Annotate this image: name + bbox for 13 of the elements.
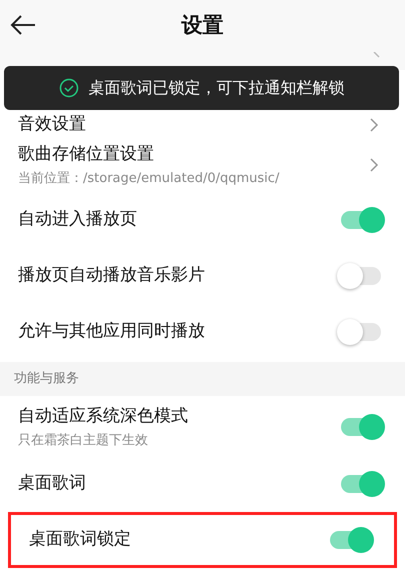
- setting-label: 播放页自动播放音乐影片: [18, 264, 205, 288]
- setting-label: 允许与其他应用同时播放: [18, 320, 205, 344]
- toast-message: 桌面歌词已锁定，可下拉通知栏解锁: [88, 77, 344, 99]
- setting-label: 自动适应系统深色模式: [18, 404, 188, 428]
- setting-label: 音效设置: [18, 113, 86, 136]
- setting-description: 只在霜茶白主题下生效: [18, 432, 149, 450]
- setting-label: 桌面歌词: [18, 472, 86, 496]
- setting-label: 桌面歌词锁定: [29, 528, 131, 552]
- screen-title: 设置: [182, 12, 224, 40]
- section-header: 功能与服务: [14, 370, 79, 388]
- setting-description: 当前位置：/storage/emulated/0/qqmusic/: [18, 170, 280, 188]
- setting-label: 歌曲存储位置设置: [18, 142, 155, 166]
- setting-label: 自动进入播放页: [18, 208, 137, 232]
